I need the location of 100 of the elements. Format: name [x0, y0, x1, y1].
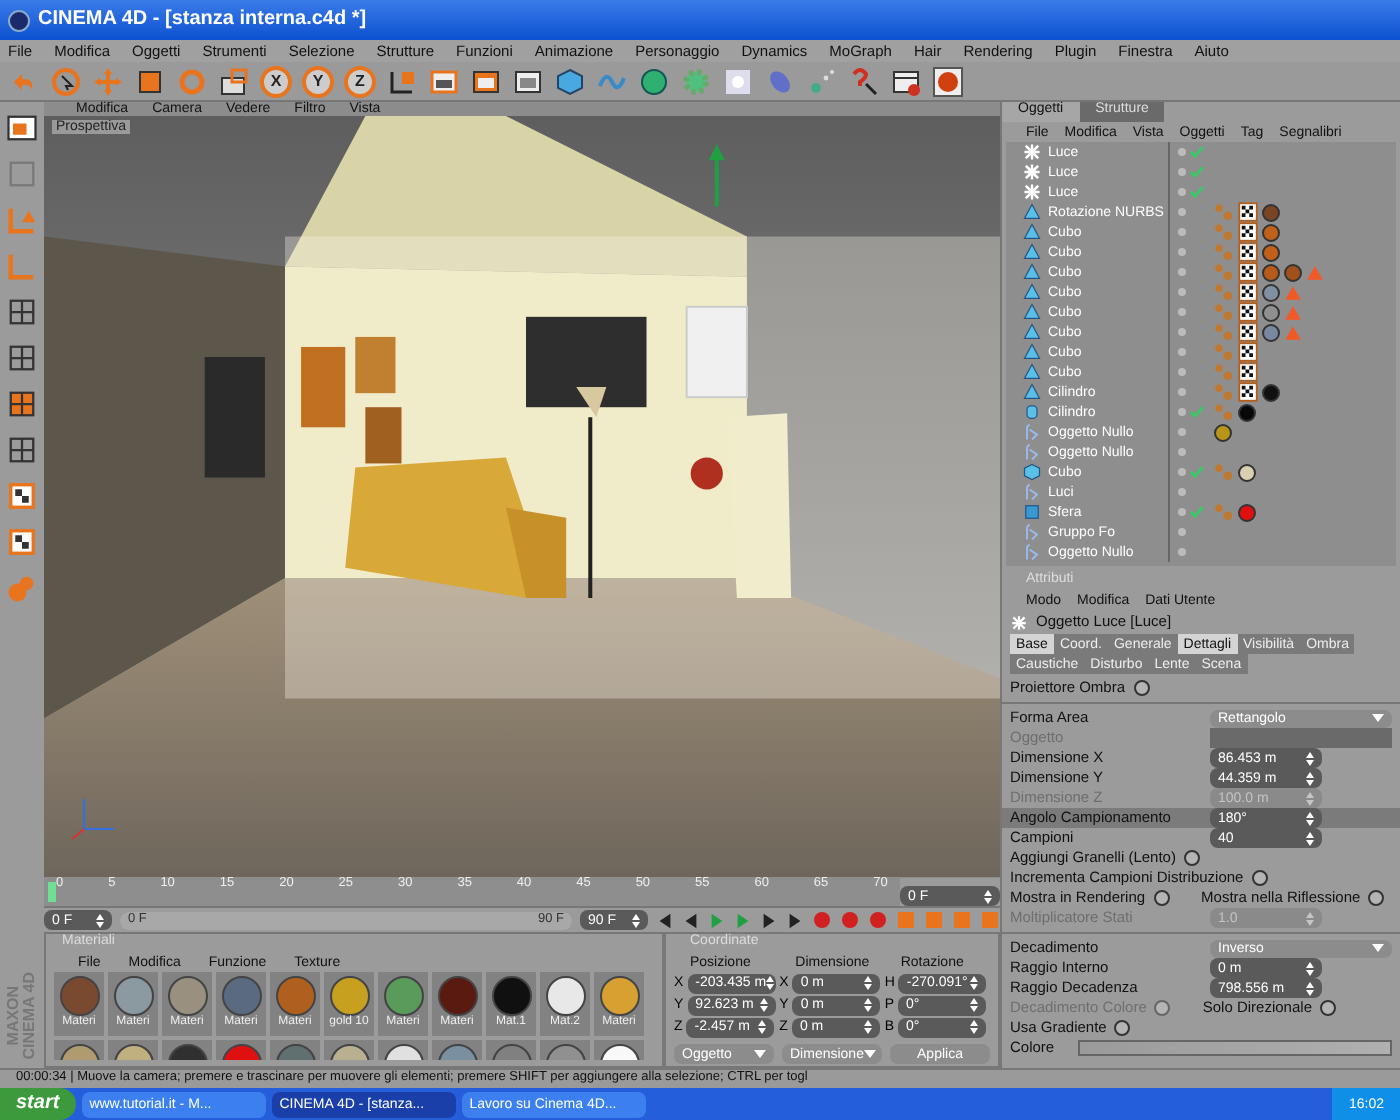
texture-axis-icon[interactable]	[4, 524, 40, 560]
texture-tag-icon[interactable]	[1238, 282, 1258, 302]
axis-lock-button[interactable]: Y	[302, 65, 334, 97]
texture-tag-icon[interactable]	[1238, 302, 1258, 322]
checkbox[interactable]	[1368, 890, 1385, 906]
material-swatch[interactable]	[486, 1040, 536, 1060]
table-help-icon[interactable]	[890, 65, 922, 97]
texture-tag-icon[interactable]	[1238, 262, 1258, 282]
prev-frame-icon[interactable]	[682, 911, 700, 929]
texture-icon[interactable]	[4, 478, 40, 514]
spinner-icon[interactable]	[864, 998, 873, 1012]
light-object-icon	[1022, 162, 1042, 182]
next-frame-icon[interactable]	[760, 911, 778, 929]
clapboard-icon[interactable]	[218, 65, 250, 97]
spinner-icon[interactable]	[970, 1020, 978, 1034]
material-tag-icon[interactable]	[1262, 223, 1280, 241]
material-tag-icon[interactable]	[1262, 303, 1280, 321]
spinner-icon[interactable]	[1306, 981, 1314, 995]
cylinder-object-icon	[1022, 402, 1042, 422]
spinner-icon[interactable]	[864, 976, 873, 990]
texture-tag-icon[interactable]	[1238, 342, 1258, 362]
spinner-icon[interactable]	[759, 998, 768, 1012]
scene-icon[interactable]	[722, 65, 754, 97]
edges-icon[interactable]	[4, 340, 40, 376]
cursor-icon[interactable]	[50, 65, 82, 97]
checkbox[interactable]	[1114, 1020, 1131, 1036]
spinner-icon[interactable]	[632, 913, 640, 927]
material-tag-icon[interactable]	[1214, 423, 1232, 441]
tweak-icon[interactable]	[4, 432, 40, 468]
ball-icon[interactable]	[932, 65, 964, 97]
viewport-icon[interactable]	[4, 110, 40, 146]
spinner-icon[interactable]	[1306, 961, 1314, 975]
scale-icon[interactable]	[134, 65, 166, 97]
help-icon[interactable]	[848, 65, 880, 97]
spinner-icon[interactable]	[1306, 751, 1314, 765]
material-tag-icon[interactable]	[1262, 243, 1280, 261]
spinner-icon[interactable]	[1306, 811, 1314, 825]
sphere-object-icon	[1022, 502, 1042, 522]
checkbox[interactable]	[1183, 850, 1200, 866]
material-swatch[interactable]	[162, 1040, 212, 1060]
material-tag-icon[interactable]	[1238, 463, 1256, 481]
caret-icon[interactable]	[754, 1050, 766, 1058]
material-swatch[interactable]	[594, 1040, 644, 1060]
material-tag-icon[interactable]	[1262, 323, 1280, 341]
texture-tag-icon[interactable]	[1238, 362, 1258, 382]
texture-tag-icon[interactable]	[1238, 242, 1258, 262]
texture-tag-icon[interactable]	[1238, 382, 1258, 402]
spinner-icon[interactable]	[1306, 771, 1314, 785]
checkbox[interactable]	[1153, 890, 1170, 906]
material-swatch[interactable]	[54, 1040, 104, 1060]
spinner-icon[interactable]	[970, 976, 979, 990]
check-icon[interactable]	[1190, 466, 1204, 478]
material-tag-icon[interactable]	[1262, 383, 1280, 401]
null-object-icon	[1022, 422, 1042, 442]
null-object-icon	[1022, 522, 1042, 542]
material-tag-icon[interactable]	[1262, 263, 1280, 281]
check-icon[interactable]	[1190, 506, 1204, 518]
spinner-icon[interactable]	[96, 913, 104, 927]
spinner-icon[interactable]	[984, 889, 992, 903]
spinner-icon[interactable]	[970, 998, 978, 1012]
caret-icon[interactable]	[1372, 944, 1384, 952]
material-swatch[interactable]	[432, 1040, 482, 1060]
axis-lock-button[interactable]: X	[260, 65, 292, 97]
spinner-icon[interactable]	[758, 1020, 767, 1034]
points-icon[interactable]	[4, 294, 40, 330]
polygons-icon[interactable]	[4, 386, 40, 422]
render-picture-icon[interactable]	[470, 65, 502, 97]
spinner-icon[interactable]	[1306, 831, 1314, 845]
material-tag-icon[interactable]	[1262, 283, 1280, 301]
light-object-icon	[1010, 613, 1028, 631]
material-tag-icon[interactable]	[1262, 203, 1280, 221]
material-tag-icon[interactable]	[1238, 503, 1256, 521]
material-tag-icon[interactable]	[1238, 403, 1256, 421]
spinner-icon[interactable]	[863, 1020, 872, 1034]
material-swatch[interactable]	[108, 1040, 158, 1060]
material-swatch[interactable]	[378, 1040, 428, 1060]
texture-tag-icon[interactable]	[1238, 222, 1258, 242]
caret-icon[interactable]	[1372, 714, 1384, 722]
start-button[interactable]: start	[0, 1088, 76, 1120]
caret-icon[interactable]	[863, 1050, 876, 1058]
checkbox[interactable]	[1133, 680, 1150, 696]
material-swatch[interactable]	[270, 1040, 320, 1060]
checkbox[interactable]	[1251, 870, 1268, 886]
last-frame-icon[interactable]	[786, 911, 804, 929]
axis-lock-button[interactable]: Z	[344, 65, 376, 97]
particles-icon[interactable]	[806, 65, 838, 97]
render-settings-icon[interactable]	[512, 65, 544, 97]
material-swatch[interactable]	[324, 1040, 374, 1060]
null-object-icon	[1022, 542, 1042, 562]
texture-tag-icon[interactable]	[1238, 322, 1258, 342]
gradient-bar[interactable]	[1078, 1040, 1392, 1056]
spinner-icon[interactable]	[766, 976, 775, 990]
check-icon[interactable]	[1190, 406, 1204, 418]
texture-tag-icon[interactable]	[1238, 202, 1258, 222]
material-tag-icon[interactable]	[1284, 263, 1302, 281]
material-swatch[interactable]	[540, 1040, 590, 1060]
window-title: CINEMA 4D - [stanza interna.c4d *]	[38, 10, 367, 30]
render-view-icon[interactable]	[428, 65, 460, 97]
first-frame-icon[interactable]	[656, 911, 674, 929]
material-swatch[interactable]	[216, 1040, 266, 1060]
